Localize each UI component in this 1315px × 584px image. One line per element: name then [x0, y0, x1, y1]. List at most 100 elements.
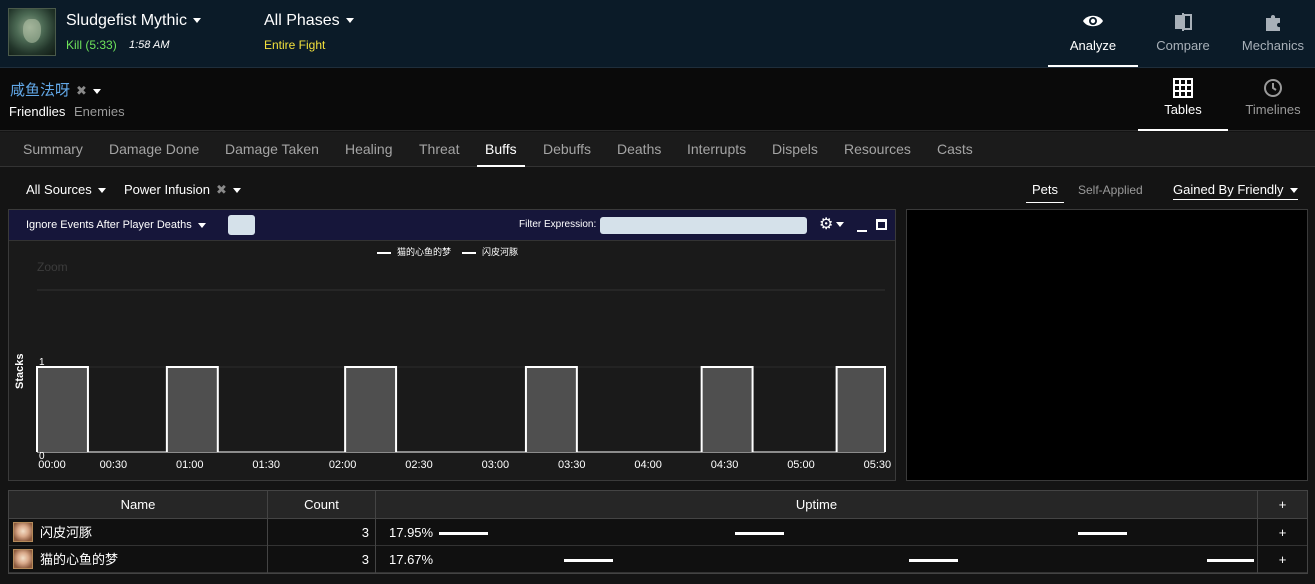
tab-buffs[interactable]: Buffs	[477, 141, 525, 167]
phase-selector[interactable]: All Phases	[264, 12, 354, 30]
uptime-segment	[563, 559, 613, 562]
source-filter[interactable]: All Sources	[26, 182, 106, 197]
chart-toolbar: Ignore Events After Player Deaths Filter…	[9, 210, 895, 241]
view-label: Timelines	[1245, 102, 1301, 117]
tab-healing[interactable]: Healing	[345, 141, 392, 167]
tab-damage-done[interactable]: Damage Done	[109, 141, 199, 167]
clear-icon[interactable]: ✖	[76, 83, 87, 98]
x-tick-label: 00:00	[38, 459, 66, 471]
expand-row-button[interactable]: +	[1258, 519, 1307, 546]
view-label: Tables	[1164, 102, 1202, 117]
buff-table: Name Count Uptime + 闪皮河豚 3 17.95% + 猫的心鱼…	[8, 490, 1308, 574]
x-tick-label: 01:30	[252, 459, 280, 471]
uptime-bar	[525, 367, 577, 452]
view-tables[interactable]: Tables	[1138, 68, 1228, 131]
x-tick-label: 03:00	[482, 459, 510, 471]
nav-compare[interactable]: Compare	[1138, 0, 1228, 67]
table-row[interactable]: 猫的心鱼的梦 3 17.67% +	[9, 546, 1307, 573]
legend-label: 闪皮河豚	[482, 246, 518, 257]
zoom-label[interactable]: Zoom	[37, 260, 68, 274]
x-tick-label: 03:30	[558, 459, 586, 471]
nav-analyze[interactable]: Analyze	[1048, 0, 1138, 67]
ability-filter[interactable]: Power Infusion ✖	[124, 182, 241, 198]
uptime-segment	[439, 532, 488, 535]
tab-casts[interactable]: Casts	[937, 141, 973, 167]
player-selector[interactable]: 咸鱼法呀 ✖	[10, 79, 101, 100]
chevron-down-icon	[192, 18, 201, 24]
eye-icon	[1048, 12, 1138, 34]
table-header: Name Count Uptime +	[9, 491, 1307, 519]
minimize-icon[interactable]	[857, 230, 867, 232]
nav-label: Compare	[1156, 38, 1210, 53]
tab-dispels[interactable]: Dispels	[772, 141, 818, 167]
buff-icon	[13, 522, 33, 542]
source-name: 猫的心鱼的梦	[40, 552, 119, 567]
chevron-down-icon	[1289, 188, 1298, 194]
ignore-events-toggle[interactable]	[228, 215, 255, 235]
uptime-bar	[701, 367, 753, 452]
col-count-header[interactable]: Count	[268, 491, 376, 519]
tab-resources[interactable]: Resources	[844, 141, 911, 167]
chevron-down-icon	[836, 222, 845, 228]
filter-expression-input[interactable]	[600, 217, 807, 234]
filter-expression-label: Filter Expression:	[519, 219, 597, 230]
pets-toggle[interactable]: Pets	[1026, 182, 1065, 203]
top-bar: Sludgefist Mythic Kill (5:33) 1:58 AM Al…	[0, 0, 1315, 68]
detail-panel	[906, 209, 1308, 481]
uptime-segment	[908, 559, 958, 562]
chevron-down-icon	[345, 18, 354, 24]
chevron-down-icon	[92, 88, 101, 94]
table-row[interactable]: 闪皮河豚 3 17.95% +	[9, 519, 1307, 546]
uptime-bar	[836, 367, 885, 452]
kill-time: 1:58 AM	[129, 39, 170, 51]
name-cell[interactable]: 猫的心鱼的梦	[9, 546, 268, 573]
maximize-icon[interactable]	[876, 219, 887, 230]
uptime-chart: Zoom Stacks 猫的心鱼的梦 闪皮河豚 0100:00 00:30 01:00…	[14, 246, 892, 471]
uptime-segment	[1077, 532, 1127, 535]
tab-deaths[interactable]: Deaths	[617, 141, 661, 167]
enemies-toggle[interactable]: Enemies	[74, 104, 125, 119]
clock-icon	[1228, 78, 1315, 100]
boss-portrait	[8, 8, 56, 56]
self-applied-toggle[interactable]: Self-Applied	[1078, 183, 1143, 197]
col-name-header[interactable]: Name	[9, 491, 268, 519]
name-cell[interactable]: 闪皮河豚	[9, 519, 268, 546]
clear-icon[interactable]: ✖	[216, 182, 227, 197]
chevron-down-icon	[232, 188, 241, 194]
chart-grid	[37, 289, 885, 453]
ignore-events-selector[interactable]: Ignore Events After Player Deaths	[26, 219, 206, 231]
compare-icon	[1138, 12, 1228, 34]
tab-damage-taken[interactable]: Damage Taken	[225, 141, 319, 167]
buff-icon	[13, 549, 33, 569]
tab-threat[interactable]: Threat	[419, 141, 459, 167]
player-bar: 咸鱼法呀 ✖ Friendlies Enemies Tables Timeline…	[0, 68, 1315, 131]
chevron-down-icon	[197, 222, 206, 228]
uptime-segment	[735, 532, 785, 535]
phase-name: All Phases	[264, 12, 340, 29]
col-uptime-header[interactable]: Uptime	[376, 491, 1258, 519]
x-tick-label: 02:00	[329, 459, 357, 471]
y-tick-label: 1	[39, 357, 45, 368]
count-cell: 3	[268, 519, 376, 546]
x-tick-label: 00:30	[100, 459, 128, 471]
gained-by-selector[interactable]: Gained By Friendly	[1173, 182, 1298, 200]
x-tick-label: 05:30	[864, 459, 892, 471]
tab-summary[interactable]: Summary	[23, 141, 83, 167]
friendlies-toggle[interactable]: Friendlies	[9, 104, 65, 119]
nav-mechanics[interactable]: Mechanics	[1228, 0, 1315, 67]
uptime-cell: 17.67%	[376, 546, 1258, 573]
expand-all-button[interactable]: +	[1258, 491, 1307, 519]
kill-result: Kill (5:33)	[66, 38, 117, 52]
gear-icon[interactable]: ⚙	[819, 216, 845, 234]
boss-selector[interactable]: Sludgefist Mythic	[66, 12, 201, 30]
expand-row-button[interactable]: +	[1258, 546, 1307, 573]
tab-interrupts[interactable]: Interrupts	[687, 141, 746, 167]
x-tick-label: 04:00	[634, 459, 662, 471]
x-tick-label: 05:00	[787, 459, 815, 471]
uptime-percent: 17.67%	[389, 552, 434, 567]
view-timelines[interactable]: Timelines	[1228, 68, 1315, 131]
phase-subtitle: Entire Fight	[264, 38, 326, 52]
player-name: 咸鱼法呀	[10, 82, 71, 99]
uptime-bar	[345, 367, 397, 452]
tab-debuffs[interactable]: Debuffs	[543, 141, 591, 167]
